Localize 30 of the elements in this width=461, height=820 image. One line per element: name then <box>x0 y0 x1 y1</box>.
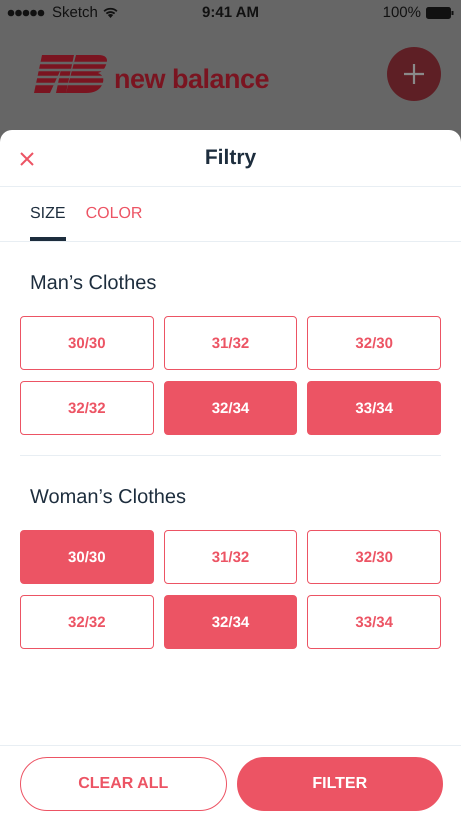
tab[interactable]: SIZE <box>30 187 66 241</box>
size-option[interactable]: 32/34 <box>164 595 298 649</box>
size-option[interactable]: 31/32 <box>164 316 298 370</box>
size-option[interactable]: 31/32 <box>164 530 298 584</box>
plus-icon <box>403 62 425 84</box>
wifi-icon <box>102 7 118 18</box>
size-option[interactable]: 30/30 <box>20 316 154 370</box>
size-option[interactable]: 33/34 <box>307 381 441 435</box>
close-button[interactable] <box>18 150 36 168</box>
signal-icon <box>7 8 47 16</box>
size-option[interactable]: 32/34 <box>164 381 298 435</box>
add-button[interactable] <box>387 46 441 100</box>
size-option[interactable]: 30/30 <box>20 530 154 584</box>
section-title: Man’s Clothes <box>29 272 158 295</box>
size-option[interactable]: 32/30 <box>307 316 441 370</box>
size-option[interactable]: 32/32 <box>20 595 154 649</box>
status-time: 9:41 AM <box>202 4 259 21</box>
size-option[interactable]: 33/34 <box>307 595 441 649</box>
close-icon <box>20 152 34 166</box>
filter-button[interactable]: FILTER <box>236 757 443 811</box>
size-option[interactable]: 32/32 <box>20 381 154 435</box>
sheet-title: Filtry <box>204 146 256 170</box>
section-title: Woman’s Clothes <box>29 486 187 509</box>
tab[interactable]: COLOR <box>86 187 142 241</box>
battery-percent: 100% <box>382 4 421 21</box>
carrier-name: Sketch <box>52 4 98 21</box>
brand-name: new balance <box>114 66 270 92</box>
clear-button[interactable]: CLEAR ALL <box>20 757 226 811</box>
size-option[interactable]: 32/30 <box>307 530 441 584</box>
battery-icon <box>426 6 454 18</box>
